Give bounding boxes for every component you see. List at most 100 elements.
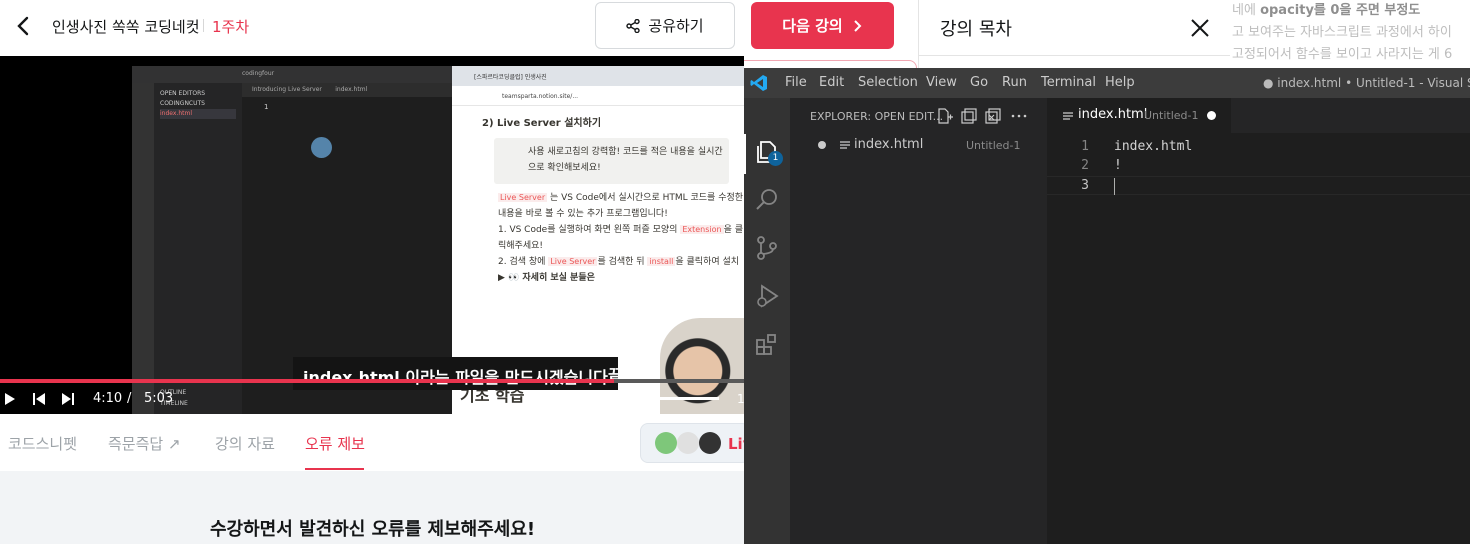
avatar-icon: [655, 432, 677, 454]
inner-notion-page: 2) Live Server 설치하기 사용 새로고침의 강력함! 코드를 적은…: [452, 106, 744, 286]
bg-line2: 고 보여주는 자바스크립트 과정에서 하이: [1232, 25, 1452, 40]
extensions-icon[interactable]: [753, 330, 781, 358]
chevron-right-icon: [854, 19, 862, 32]
menu-file[interactable]: File: [785, 75, 807, 90]
share-label: 공유하기: [648, 17, 704, 35]
inner-line-no: 1: [264, 103, 269, 111]
pointer-highlight: [311, 137, 332, 158]
inner-folder: CODINGNCUTS: [160, 100, 205, 107]
report-title: 수강하면서 발견하신 오류를 제보해주세요!: [210, 519, 536, 540]
next-lecture-label: 다음 강의: [782, 17, 843, 35]
video-progress-bar[interactable]: [0, 379, 744, 383]
inner-step1a: 1. VS Code를 실행하여 화면 왼쪽 퍼즐 모양의: [498, 225, 678, 235]
line-number: 2: [1081, 158, 1089, 173]
line-number: 3: [1081, 178, 1089, 193]
tab-materials[interactable]: 강의 자료: [215, 433, 275, 454]
inner-explorer: OPEN EDITORS CODINGNCUTS index.html OUTL…: [154, 83, 242, 414]
inner-toggle: ▶ 👀 자세히 보실 분들은: [498, 273, 595, 283]
volume-icon[interactable]: [624, 391, 640, 407]
playback-speed[interactable]: 1: [737, 392, 744, 406]
unsaved-dot-icon[interactable]: [1207, 111, 1216, 120]
background-page-text: 네에 opacity를 0을 주면 부정도 고 보여주는 자바스크립트 과정에서…: [1230, 0, 1470, 70]
tab-qna[interactable]: 즉문즉답 ↗: [108, 433, 181, 454]
error-report-section: 수강하면서 발견하신 오류를 제보해주세요!: [0, 471, 744, 544]
menu-help[interactable]: Help: [1105, 75, 1135, 90]
source-control-icon[interactable]: [753, 234, 781, 262]
current-time: 4:10: [93, 391, 123, 406]
unsaved-dot-icon[interactable]: [818, 141, 826, 149]
more-actions-icon[interactable]: [1010, 108, 1028, 124]
bg-line3: 고정되어서 함수를 보이고 사라지는 게 6: [1232, 47, 1453, 62]
inner-step1: 1. VS Code를 실행하여 화면 왼쪽 퍼즐 모양의 Extension 을…: [498, 222, 744, 254]
top-header: 인생사진 쏙쏙 코딩네컷 1주차 공유하기 다음 강의: [0, 0, 918, 56]
skip-forward-icon[interactable]: [61, 392, 75, 406]
inner-tab1: Introducing Live Server: [252, 86, 322, 93]
share-icon: [626, 18, 641, 33]
bg-line1-bold: opacity를 0을 주면 부정도: [1260, 3, 1421, 18]
editor-tab[interactable]: index.html Untitled-1: [1047, 98, 1231, 133]
vscode-logo-icon: [750, 75, 767, 91]
live-chip[interactable]: Liv: [640, 423, 752, 463]
search-icon[interactable]: [753, 186, 781, 214]
editor-tab-desc: Untitled-1: [1144, 109, 1199, 122]
video-progress-fill: [0, 379, 614, 383]
text-caret: [1114, 178, 1115, 195]
menu-run[interactable]: Run: [1002, 75, 1027, 90]
code-line: 2 !: [1047, 157, 1470, 176]
window-title: ● index.html • Untitled-1 - Visual Studi…: [1263, 76, 1470, 90]
menu-terminal[interactable]: Terminal: [1041, 75, 1096, 90]
open-editor-item[interactable]: index.html Untitled-1: [790, 134, 1047, 156]
new-file-icon[interactable]: [936, 108, 954, 124]
menu-view[interactable]: View: [926, 75, 957, 90]
course-title: 인생사진 쏙쏙 코딩네컷: [52, 18, 200, 36]
video-player[interactable]: codingfour OPEN EDITORS CODINGNCUTS inde…: [0, 56, 744, 414]
menu-go[interactable]: Go: [970, 75, 988, 90]
run-debug-icon[interactable]: [753, 282, 781, 310]
inner-explorer-head: OPEN EDITORS: [160, 90, 206, 97]
toc-title: 강의 목차: [940, 19, 1012, 40]
share-button[interactable]: 공유하기: [595, 2, 735, 49]
next-lecture-button[interactable]: 다음 강의: [751, 2, 894, 49]
live-server-tag: Live Server: [498, 193, 548, 202]
inner-browser-tab: [스파르타코딩클럽] 인생사진: [452, 66, 744, 86]
close-icon[interactable]: [1188, 16, 1212, 40]
close-all-icon[interactable]: [984, 108, 1002, 124]
lecture-tabs: 코드스니펫 즉문즉답 ↗ 강의 자료 오류 제보 Liv: [0, 414, 752, 471]
inner-step2a: 2. 검색 창에: [498, 257, 546, 267]
code-editor[interactable]: 1 index.html 2 ! 3: [1047, 133, 1470, 544]
explorer-header: EXPLORER: OPEN EDIT...: [810, 110, 944, 123]
avatar-icon: [699, 432, 721, 454]
file-lines-icon: [1063, 112, 1073, 120]
play-icon[interactable]: [4, 392, 16, 406]
explorer-badge: 1: [768, 151, 783, 166]
vscode-window: File Edit Selection View Go Run Terminal…: [744, 68, 1470, 544]
subtitle-text: index.html 이라는 파일을 만드시겠습니다: [303, 368, 608, 387]
file-lines-icon: [840, 141, 850, 149]
back-arrow-icon[interactable]: [12, 14, 36, 38]
volume-slider[interactable]: [648, 397, 719, 400]
duration: 5:03: [144, 391, 174, 406]
inner-browser-url: teamsparta.notion.site/...: [452, 86, 744, 106]
avatar-icon: [677, 432, 699, 454]
editor-tab-name: index.html: [1078, 107, 1148, 122]
editor-tabs: index.html Untitled-1: [1047, 98, 1470, 133]
tab-error-report[interactable]: 오류 제보: [305, 433, 365, 454]
video-controls: 4:10 / 5:03 1: [0, 386, 744, 414]
skip-back-icon[interactable]: [32, 392, 46, 406]
line-number: 1: [1081, 139, 1089, 154]
activity-bar: 1: [744, 98, 790, 544]
line-content: !: [1114, 158, 1122, 173]
save-all-icon[interactable]: [960, 108, 978, 124]
code-line: 1 index.html: [1047, 138, 1470, 157]
title-divider: [203, 19, 204, 32]
open-editor-name: index.html: [854, 137, 924, 152]
menu-edit[interactable]: Edit: [819, 75, 844, 90]
menu-selection[interactable]: Selection: [858, 75, 918, 90]
live-server-tag-2: Live Server: [548, 257, 598, 266]
tab-code-snippet[interactable]: 코드스니펫: [8, 433, 77, 454]
active-tab-indicator: [305, 468, 364, 470]
inner-step2c: 을 클릭하여 설치: [675, 257, 740, 267]
toc-header: 강의 목차: [919, 0, 1230, 56]
extension-tag: Extension: [680, 225, 724, 234]
inner-callout: 사용 새로고침의 강력함! 코드를 적은 내용을 실시간으로 확인해보세요!: [494, 138, 729, 184]
